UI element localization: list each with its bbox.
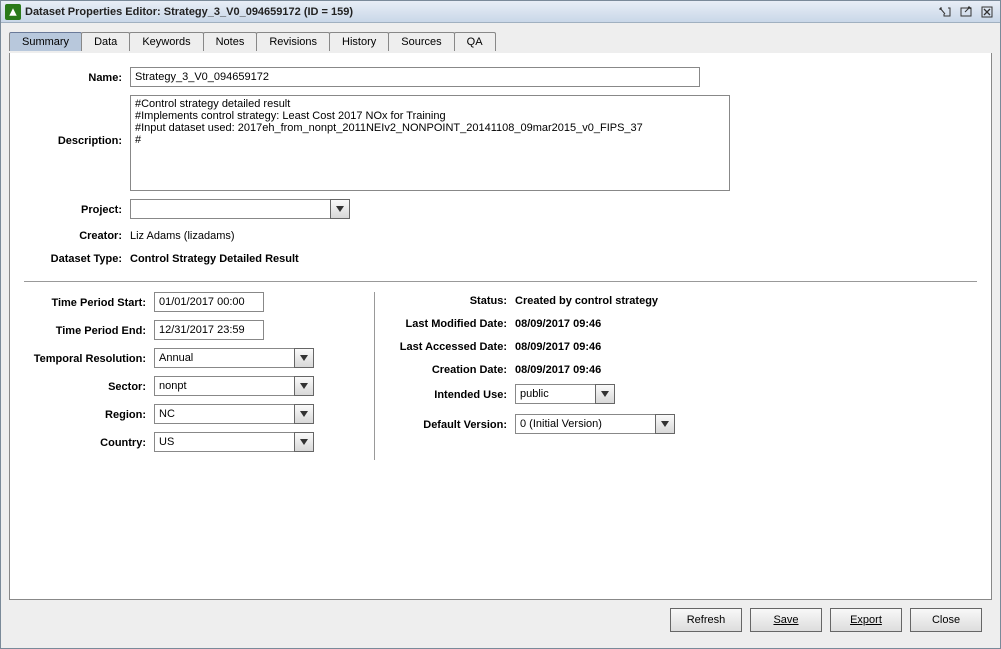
intended-use-label: Intended Use: — [385, 387, 515, 401]
country-field[interactable] — [154, 432, 294, 452]
chevron-down-icon[interactable] — [294, 404, 314, 424]
export-button[interactable]: Export — [830, 608, 902, 632]
last-modified-value: 08/09/2017 09:46 — [515, 315, 601, 330]
temporal-resolution-field[interactable] — [154, 348, 294, 368]
region-field[interactable] — [154, 404, 294, 424]
sector-label: Sector: — [24, 379, 154, 393]
app-icon — [5, 4, 21, 20]
creator-value: Liz Adams (lizadams) — [130, 227, 235, 242]
titlebar: Dataset Properties Editor: Strategy_3_V0… — [1, 1, 1000, 23]
minimize-internal-icon[interactable] — [936, 4, 954, 20]
close-button[interactable]: Close — [910, 608, 982, 632]
refresh-button[interactable]: Refresh — [670, 608, 742, 632]
time-end-field[interactable] — [154, 320, 264, 340]
status-label: Status: — [385, 293, 515, 307]
summary-panel: Name: Description: #Control strategy det… — [10, 53, 991, 599]
tab-notes[interactable]: Notes — [203, 32, 258, 51]
last-modified-label: Last Modified Date: — [385, 316, 515, 330]
creation-date-label: Creation Date: — [385, 362, 515, 376]
name-label: Name: — [24, 70, 130, 84]
temporal-resolution-combo[interactable] — [154, 348, 314, 368]
sector-combo[interactable] — [154, 376, 314, 396]
intended-use-field[interactable] — [515, 384, 595, 404]
default-version-label: Default Version: — [385, 417, 515, 431]
tab-summary[interactable]: Summary — [9, 32, 82, 51]
status-value: Created by control strategy — [515, 292, 658, 307]
project-label: Project: — [24, 202, 130, 216]
last-accessed-value: 08/09/2017 09:46 — [515, 338, 601, 353]
tab-bar: Summary Data Keywords Notes Revisions Hi… — [9, 32, 495, 51]
tab-qa[interactable]: QA — [454, 32, 496, 51]
default-version-field[interactable] — [515, 414, 655, 434]
temporal-resolution-label: Temporal Resolution: — [24, 351, 154, 365]
chevron-down-icon[interactable] — [330, 199, 350, 219]
name-field[interactable] — [130, 67, 700, 87]
chevron-down-icon[interactable] — [294, 348, 314, 368]
time-start-label: Time Period Start: — [24, 295, 154, 309]
intended-use-combo[interactable] — [515, 384, 615, 404]
close-icon[interactable] — [978, 4, 996, 20]
default-version-combo[interactable] — [515, 414, 675, 434]
country-label: Country: — [24, 435, 154, 449]
chevron-down-icon[interactable] — [294, 432, 314, 452]
dataset-properties-window: Dataset Properties Editor: Strategy_3_V0… — [0, 0, 1001, 649]
save-button[interactable]: Save — [750, 608, 822, 632]
project-combo[interactable] — [130, 199, 350, 219]
tab-history[interactable]: History — [329, 32, 389, 51]
chevron-down-icon[interactable] — [294, 376, 314, 396]
region-label: Region: — [24, 407, 154, 421]
country-combo[interactable] — [154, 432, 314, 452]
tab-revisions[interactable]: Revisions — [256, 32, 330, 51]
window-title: Dataset Properties Editor: Strategy_3_V0… — [25, 6, 936, 18]
tab-keywords[interactable]: Keywords — [129, 32, 203, 51]
button-bar: Refresh Save Export Close — [9, 600, 992, 640]
time-start-field[interactable] — [154, 292, 264, 312]
dataset-type-value: Control Strategy Detailed Result — [130, 250, 299, 265]
maximize-icon[interactable] — [957, 4, 975, 20]
creator-label: Creator: — [24, 228, 130, 242]
description-label: Description: — [24, 95, 130, 147]
vertical-divider — [374, 292, 375, 460]
time-end-label: Time Period End: — [24, 323, 154, 337]
creation-date-value: 08/09/2017 09:46 — [515, 361, 601, 376]
chevron-down-icon[interactable] — [595, 384, 615, 404]
project-field[interactable] — [130, 199, 330, 219]
chevron-down-icon[interactable] — [655, 414, 675, 434]
sector-field[interactable] — [154, 376, 294, 396]
region-combo[interactable] — [154, 404, 314, 424]
tab-data[interactable]: Data — [81, 32, 130, 51]
tab-sources[interactable]: Sources — [388, 32, 454, 51]
dataset-type-label: Dataset Type: — [24, 251, 130, 265]
description-field[interactable]: #Control strategy detailed result #Imple… — [130, 95, 730, 191]
last-accessed-label: Last Accessed Date: — [385, 339, 515, 353]
separator — [24, 281, 977, 282]
